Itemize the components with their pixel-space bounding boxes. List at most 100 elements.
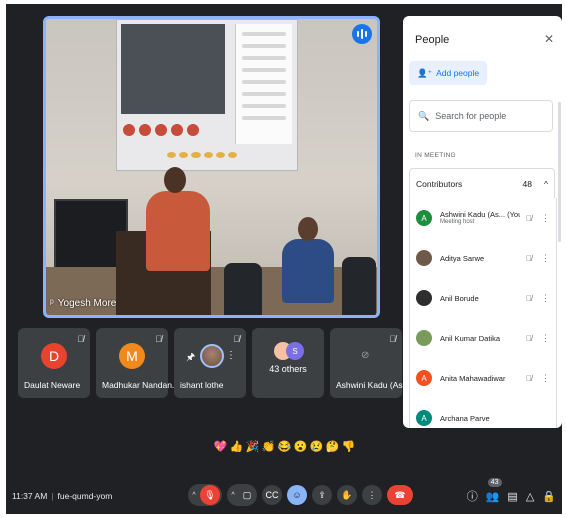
add-people-button[interactable]: 👤⁺ Add people	[409, 61, 488, 85]
search-input[interactable]: 🔍 Search for people	[409, 100, 553, 132]
people-icon: 👥	[485, 490, 500, 503]
camera-options-chevron-icon[interactable]: ^	[229, 492, 237, 499]
more-options-icon[interactable]: ⋮	[541, 253, 550, 264]
reaction-clap[interactable]: 👏	[262, 440, 276, 453]
people-count-badge: 43	[487, 477, 502, 487]
chair	[342, 257, 376, 315]
participant-name: ishant lothe	[180, 380, 224, 390]
projected-reactions	[167, 152, 238, 158]
camera-off-icon: ⊘	[361, 350, 370, 361]
group-count: 48	[522, 178, 532, 189]
chevron-up-icon: ^	[544, 178, 548, 189]
person-name: Ashwini Kadu (As... (You)	[440, 209, 520, 219]
participant-tile[interactable]: 🎙̸ D Daulat Neware	[18, 328, 90, 398]
call-controls: ^ 🎙 ^ ▢ CC ☺ ⇪ ✋ ⋮ ☎	[188, 484, 413, 506]
leave-call-button[interactable]: ☎	[387, 485, 413, 505]
clock: 11:37 AM	[12, 491, 48, 501]
separator: |	[51, 491, 54, 501]
reactions-bar: 💖 👍 🎉 👏 😂 😮 😢 🤔 👎	[214, 440, 356, 453]
participant-tile[interactable]: 🎙̸ M Madhukar Nandan...	[96, 328, 179, 398]
present-button[interactable]: ⇪	[312, 485, 332, 505]
projected-sidebar	[235, 24, 292, 144]
reaction-thumbs-down[interactable]: 👎	[342, 440, 356, 453]
chat-icon[interactable]: ▤	[507, 490, 517, 503]
reaction-laugh[interactable]: 😂	[278, 440, 292, 453]
participant-name: Ashwini Kadu (As...	[336, 380, 410, 390]
avatar	[416, 250, 432, 266]
people-button[interactable]: 43 👥	[485, 477, 502, 503]
more-options-icon[interactable]: ⋮	[541, 373, 550, 384]
list-item[interactable]: A Archana Parve	[410, 398, 556, 428]
participant-photo	[200, 344, 224, 368]
person-role: Meeting host	[440, 218, 475, 225]
more-options-icon[interactable]: ⋮	[541, 213, 550, 224]
more-options-icon[interactable]: ⋮	[226, 350, 236, 361]
person-name: Anita Mahawadiwar	[440, 373, 506, 383]
speaker-name: Yogesh More	[57, 298, 117, 309]
more-options-icon[interactable]: ⋮	[541, 333, 550, 344]
reaction-sad[interactable]: 😢	[310, 440, 324, 453]
meeting-info: 11:37 AM | fue-qumd-yom	[12, 491, 112, 501]
projected-video	[121, 24, 225, 114]
mic-options-chevron-icon[interactable]: ^	[190, 492, 198, 499]
avatar: D	[41, 343, 67, 369]
mic-off-icon: 🎙̸	[389, 334, 396, 344]
pin-icon: ᵖ	[50, 298, 54, 309]
meet-window: ᵖ Yogesh More 🎙̸ D Daulat Neware 🎙̸ M Ma…	[6, 4, 562, 514]
camera-control: ^ ▢	[227, 484, 257, 506]
bottom-bar: 11:37 AM | fue-qumd-yom ^ 🎙 ^ ▢ CC ☺ ⇪ ✋ ⋮…	[6, 477, 562, 510]
raise-hand-button[interactable]: ✋	[337, 485, 357, 505]
person-name: Archana Parve	[440, 413, 490, 423]
participant-tiles: 🎙̸ D Daulat Neware 🎙̸ M Madhukar Nandan.…	[18, 328, 410, 398]
participant-name: Daulat Neware	[24, 380, 81, 390]
mic-off-button[interactable]: 🎙	[200, 485, 220, 505]
list-item[interactable]: Anil Kumar Datika 🎙̸ ⋮	[410, 318, 556, 358]
mic-off-icon: 🎙̸	[526, 213, 532, 223]
reaction-thumbs-up[interactable]: 👍	[230, 440, 244, 453]
captions-button[interactable]: CC	[262, 485, 282, 505]
seated-person	[282, 239, 334, 303]
camera-button[interactable]: ▢	[239, 487, 255, 503]
search-icon: 🔍	[418, 110, 430, 121]
people-list: A Ashwini Kadu (As... (You) Meeting host …	[409, 198, 557, 428]
others-tile[interactable]: S 43 others	[252, 328, 324, 398]
avatar: A	[416, 210, 432, 226]
side-controls: ⓘ 43 👥 ▤ △ 🔒	[467, 477, 556, 504]
list-item[interactable]: A Anita Mahawadiwar 🎙̸ ⋮	[410, 358, 556, 398]
add-people-label: Add people	[436, 68, 480, 78]
speaking-indicator-icon	[352, 24, 372, 44]
activities-icon[interactable]: △	[526, 490, 534, 503]
reaction-thinking[interactable]: 🤔	[326, 440, 340, 453]
mic-off-icon: 🎙̸	[526, 253, 532, 263]
mic-off-icon: 🎙̸	[233, 334, 240, 344]
search-placeholder: Search for people	[435, 111, 507, 121]
main-speaker-tile[interactable]: ᵖ Yogesh More	[43, 16, 380, 318]
participant-tile[interactable]: 🎙̸ ⊘ Ashwini Kadu (As...	[330, 328, 410, 398]
host-controls-icon[interactable]: 🔒	[542, 490, 556, 503]
contributors-header[interactable]: Contributors 48 ^	[409, 168, 555, 198]
reactions-button[interactable]: ☺	[287, 485, 307, 505]
person-name: Anil Borude	[440, 293, 479, 303]
list-item[interactable]: Anil Borude 🎙̸ ⋮	[410, 278, 556, 318]
more-options-button[interactable]: ⋮	[362, 485, 382, 505]
reaction-heart[interactable]: 💖	[214, 440, 228, 453]
more-options-icon[interactable]: ⋮	[541, 293, 550, 304]
list-item[interactable]: A Ashwini Kadu (As... (You) Meeting host …	[410, 198, 556, 238]
mic-off-icon: 🎙̸	[526, 373, 532, 383]
speaker-head	[164, 167, 186, 193]
reaction-party[interactable]: 🎉	[246, 440, 260, 453]
scrollbar[interactable]	[558, 102, 561, 242]
avatar	[416, 330, 432, 346]
participant-tile[interactable]: 🎙̸ 🖈 ⋮ ishant lothe	[174, 328, 246, 398]
info-icon[interactable]: ⓘ	[467, 488, 478, 504]
pin-icon[interactable]: 🖈	[186, 350, 195, 367]
group-label: Contributors	[416, 178, 463, 189]
meeting-code: fue-qumd-yom	[57, 491, 113, 501]
list-item[interactable]: Aditya Sarwe 🎙̸ ⋮	[410, 238, 556, 278]
projected-controls	[123, 124, 229, 138]
mic-off-icon: 🎙̸	[77, 334, 84, 344]
avatar	[416, 290, 432, 306]
close-icon[interactable]: ✕	[544, 32, 554, 46]
reaction-surprised[interactable]: 😮	[294, 440, 308, 453]
avatar: S	[286, 342, 304, 360]
